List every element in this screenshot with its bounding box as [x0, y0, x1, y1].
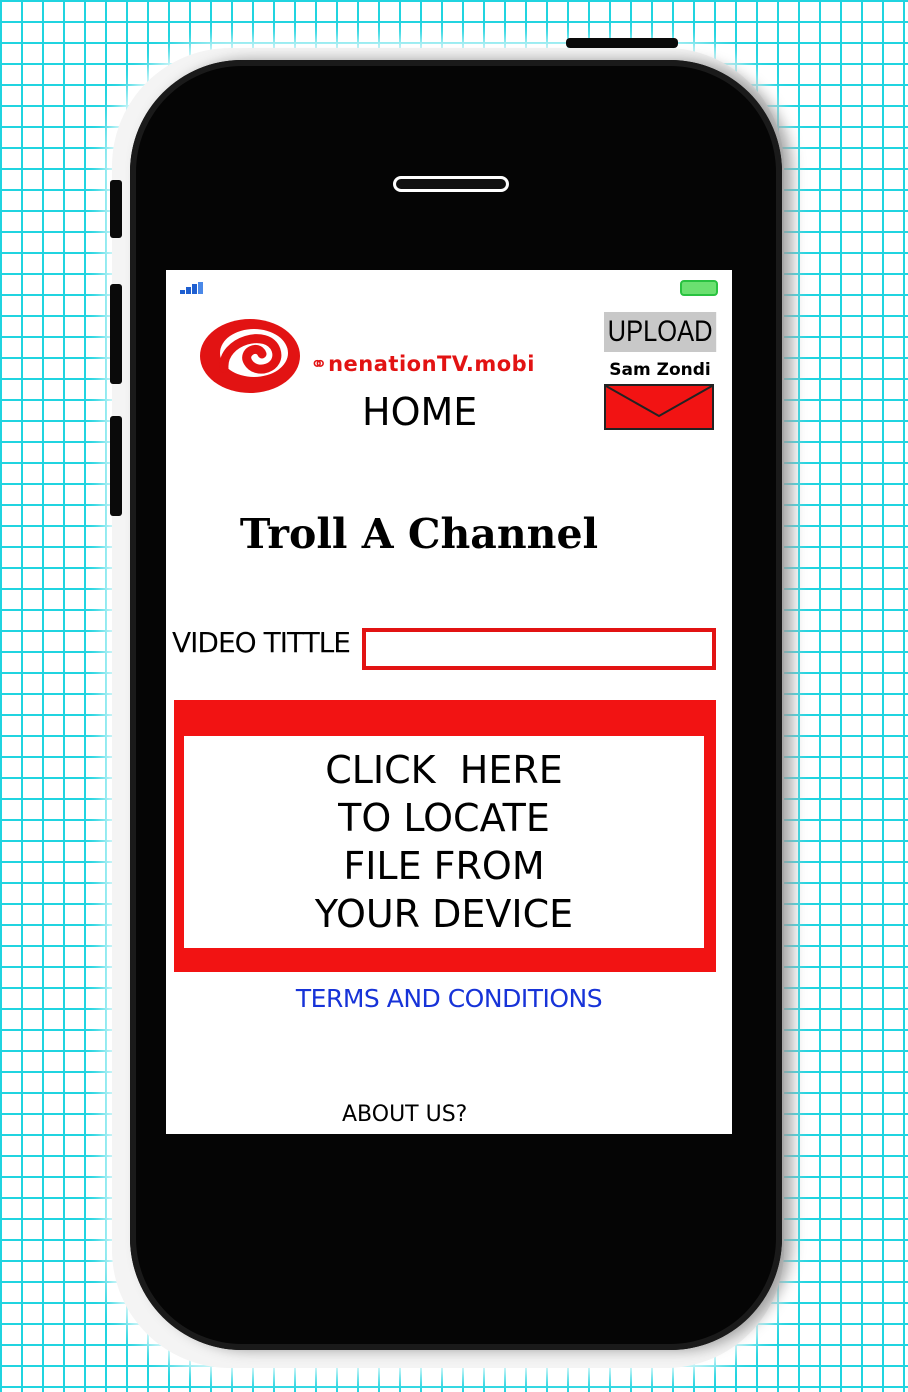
logo-swirl-icon [200, 319, 300, 393]
locate-file-text: CLICK HERE TO LOCATE FILE FROM YOUR DEVI… [315, 746, 573, 938]
envelope-icon[interactable] [604, 384, 714, 430]
locate-line: TO LOCATE [338, 796, 550, 840]
locate-line: CLICK HERE [325, 748, 563, 792]
username-label: Sam Zondi [609, 360, 711, 380]
locate-line: FILE FROM [343, 844, 545, 888]
locate-file-button[interactable]: CLICK HERE TO LOCATE FILE FROM YOUR DEVI… [174, 700, 716, 972]
brand-name: ⚭nenationTV.mobi [310, 352, 535, 376]
battery-icon [680, 280, 718, 296]
video-title-input[interactable] [362, 628, 716, 670]
locate-file-panel[interactable]: CLICK HERE TO LOCATE FILE FROM YOUR DEVI… [184, 736, 704, 948]
volume-down-button [110, 416, 122, 516]
terms-link[interactable]: TERMS AND CONDITIONS [166, 984, 732, 1013]
upload-button[interactable]: UPLOAD [604, 312, 717, 352]
phone-screen: ⚭nenationTV.mobi HOME UPLOAD Sam Zondi T… [166, 270, 732, 1134]
page-title: HOME [362, 390, 478, 434]
volume-up-button [110, 284, 122, 384]
channel-heading: Troll A Channel [239, 510, 599, 558]
mute-switch [110, 180, 122, 238]
power-button [566, 38, 678, 48]
locate-line: YOUR DEVICE [314, 892, 574, 936]
video-title-label: VIDEO TITTLE [172, 626, 351, 659]
signal-bars-icon [180, 282, 204, 294]
earpiece-speaker [393, 176, 509, 192]
about-us-link[interactable]: ABOUT US? [342, 1102, 467, 1127]
